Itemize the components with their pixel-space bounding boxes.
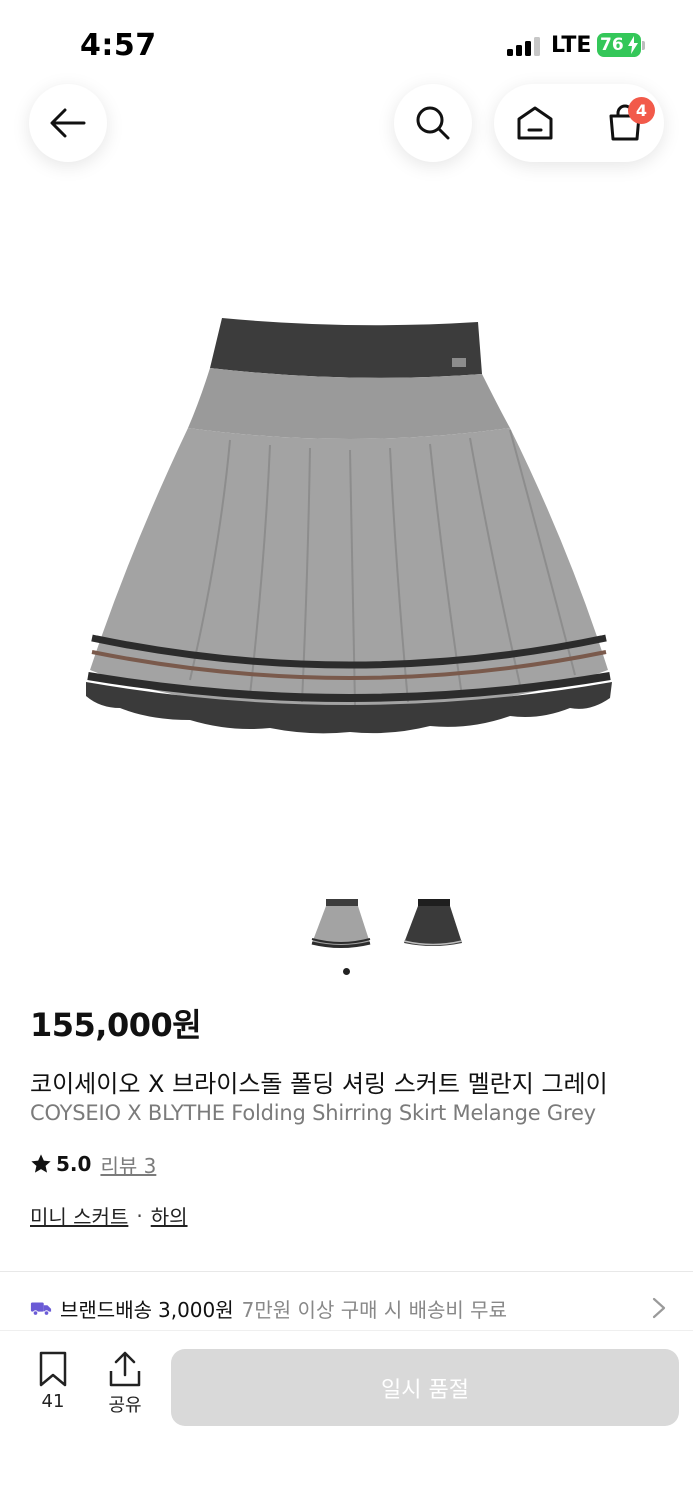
- section-divider: [0, 1271, 693, 1272]
- skirt-image: [86, 318, 612, 734]
- arrow-left-icon: [50, 108, 86, 138]
- search-icon: [416, 106, 450, 140]
- thumbnail-grey-image: [311, 899, 371, 948]
- battery-icon: 76: [597, 33, 641, 57]
- product-image[interactable]: [70, 300, 630, 750]
- share-button[interactable]: 공유: [100, 1351, 150, 1417]
- shipping-fee: 3,000원: [158, 1297, 234, 1322]
- chevron-right-icon: [652, 1297, 666, 1319]
- cart-count-badge: 4: [628, 97, 655, 124]
- product-detail-page: 4:57 LTE 76 4 155,000원 코이세이오 X 브라이스돌 폴딩 …: [0, 0, 693, 1500]
- sold-out-button[interactable]: 일시 품절: [171, 1349, 679, 1426]
- rating-row: 5.0 리뷰 3: [30, 1150, 156, 1178]
- status-time: 4:57: [80, 28, 157, 63]
- cart-button[interactable]: [586, 84, 664, 162]
- rating-score: 5.0: [56, 1152, 92, 1176]
- home-button[interactable]: [496, 84, 574, 162]
- bookmark-count: 41: [41, 1391, 65, 1412]
- gallery-page-indicator: [343, 968, 350, 975]
- bottom-action-bar: 41 공유 일시 품절: [0, 1330, 693, 1500]
- thumbnail-black-image: [403, 899, 463, 946]
- product-name-ko: 코이세이오 X 브라이스돌 폴딩 셔링 스커트 멜란지 그레이: [30, 1070, 608, 1098]
- shipping-type: 브랜드배송: [60, 1297, 152, 1322]
- parent-category-link[interactable]: 하의: [151, 1201, 188, 1230]
- network-label: LTE: [551, 33, 592, 58]
- charging-bolt-icon: [628, 36, 638, 54]
- search-button[interactable]: [394, 84, 472, 162]
- battery-cap: [642, 41, 645, 50]
- category-separator: ·: [136, 1203, 143, 1228]
- review-link[interactable]: 리뷰 3: [100, 1150, 156, 1179]
- category-link[interactable]: 미니 스커트: [30, 1201, 128, 1230]
- category-breadcrumb: 미니 스커트 · 하의: [30, 1201, 188, 1230]
- thumbnail-black[interactable]: [398, 888, 468, 954]
- share-label: 공유: [108, 1395, 142, 1416]
- shipping-note: 7만원 이상 구매 시 배송비 무료: [241, 1297, 507, 1322]
- shipping-info-row[interactable]: 브랜드배송 3,000원 7만원 이상 구매 시 배송비 무료: [30, 1291, 670, 1325]
- share-icon: [109, 1351, 141, 1387]
- signal-icon: [507, 36, 540, 56]
- image-thumbnails: [306, 888, 468, 954]
- bookmark-icon: [39, 1351, 67, 1387]
- thumbnail-grey[interactable]: [306, 888, 376, 954]
- product-name-en: COYSEIO X BLYTHE Folding Shirring Skirt …: [30, 1101, 596, 1125]
- status-bar: 4:57 LTE 76: [0, 0, 693, 80]
- bookmark-button[interactable]: 41: [28, 1351, 78, 1412]
- home-icon: [517, 106, 553, 140]
- product-price: 155,000원: [30, 1006, 202, 1044]
- battery-level: 76: [600, 35, 624, 55]
- star-icon: [31, 1154, 51, 1173]
- delivery-truck-icon: [30, 1302, 52, 1316]
- back-button[interactable]: [29, 84, 107, 162]
